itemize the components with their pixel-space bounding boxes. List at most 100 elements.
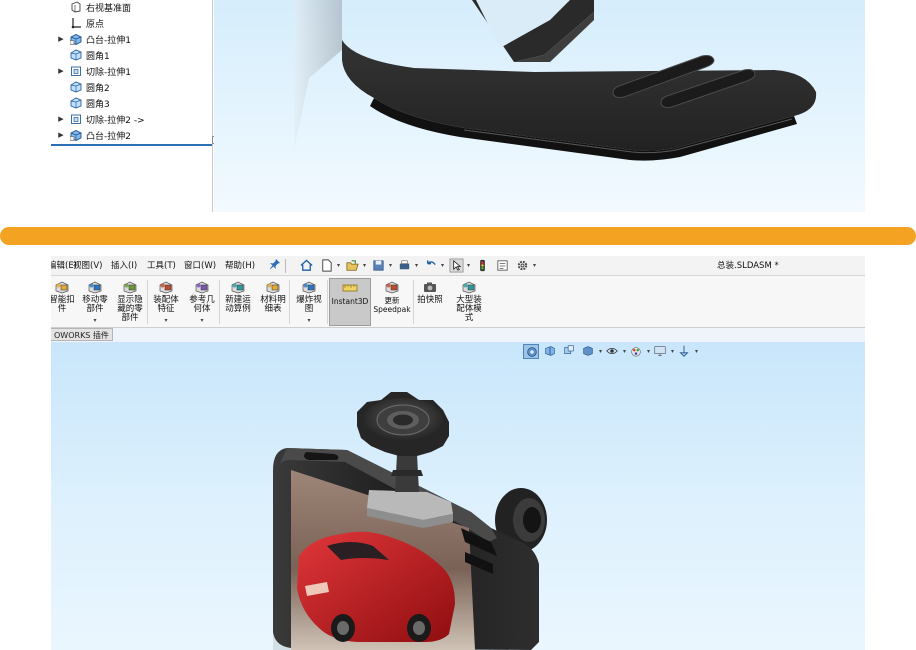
tab-solidworks-addins[interactable]: OWORKS 插件 [51, 328, 113, 341]
menu-insert[interactable]: 插入(I) [111, 256, 137, 276]
print-icon[interactable] [396, 258, 412, 274]
document-title: 总装.SLDASM * [717, 261, 779, 271]
tree-item-label: 切除-拉伸2 -> [86, 115, 145, 126]
dropdown-caret-icon[interactable]: ▾ [361, 258, 368, 274]
tree-item[interactable]: ▶ 凸台-拉伸1 [51, 31, 211, 47]
ribbon-button-label: 材料明 细表 [260, 295, 286, 314]
ribbon-button-move-component[interactable]: 移动零 部件 ▾ [79, 278, 111, 326]
instant3d-icon [341, 279, 359, 296]
expand-arrow-icon[interactable]: ▶ [57, 131, 65, 139]
gear-icon[interactable] [514, 258, 530, 274]
ribbon-button-label: 拍快照 [417, 295, 443, 305]
ribbon-button-label: 新建运 动算例 [225, 295, 251, 314]
plane-icon [70, 1, 82, 13]
menu-tools[interactable]: 工具(T) [147, 256, 176, 276]
cut-extrude-icon [70, 65, 82, 77]
ribbon-separator [413, 280, 414, 324]
select-arrow-icon[interactable] [448, 258, 464, 274]
menu-help[interactable]: 帮助(H) [225, 256, 255, 276]
rollback-bar[interactable] [51, 144, 212, 146]
ribbon-button-smart-fastener[interactable]: 智能扣 件 [51, 278, 77, 326]
command-manager-ribbon: 智能扣 件移动零 部件 ▾ 显示隐 藏的零 部件 装配体 特征 ▾ 参考几 何体 ▾ 新建运 … [51, 276, 865, 328]
tree-item[interactable]: ▶ 凸台-拉伸2 [51, 127, 211, 143]
ribbon-separator [147, 280, 148, 324]
ribbon-button-label: 更新 Speedpak [373, 296, 411, 314]
dropdown-caret-icon[interactable]: ▾ [164, 317, 167, 324]
new-document-icon[interactable] [318, 258, 334, 274]
dropdown-caret-icon[interactable]: ▾ [465, 258, 472, 274]
tree-item-label: 凸台-拉伸1 [86, 35, 131, 46]
ribbon-button-speedpak[interactable]: 更新 Speedpak [371, 278, 413, 326]
tree-item-label: 凸台-拉伸2 [86, 131, 131, 142]
undo-icon[interactable] [422, 258, 438, 274]
cut-extrude-icon [70, 113, 82, 125]
tree-item[interactable]: ▶ 切除-拉伸1 [51, 63, 211, 79]
snapshot-icon [421, 278, 439, 295]
exploded-view-icon [300, 278, 318, 295]
open-folder-icon[interactable] [344, 258, 360, 274]
tree-item[interactable]: ▶ 切除-拉伸2 -> [51, 111, 211, 127]
expand-arrow-icon[interactable]: ▶ [57, 67, 65, 75]
origin-icon [70, 17, 82, 29]
ribbon-button-motion-study[interactable]: 新建运 动算例 [221, 278, 255, 326]
ribbon-button-label: 移动零 部件 [82, 295, 108, 314]
ribbon-button-instant3d[interactable]: Instant3D [329, 278, 371, 326]
tree-item[interactable]: 圆角1 [51, 47, 211, 63]
command-manager-tabs: OWORKS 插件 [51, 328, 865, 342]
expand-arrow-icon[interactable]: ▶ [57, 115, 65, 123]
boss-extrude-icon [69, 33, 82, 46]
ribbon-button-large-assembly[interactable]: 大型装 配体模 式 [449, 278, 489, 326]
tree-item-label: 切除-拉伸1 [86, 67, 131, 78]
home-icon[interactable] [298, 258, 314, 274]
file-properties-icon[interactable] [494, 258, 510, 274]
tree-item[interactable]: 圆角2 [51, 79, 211, 95]
menu-view[interactable]: 视图(V) [73, 256, 102, 276]
ribbon-button-reference-geometry[interactable]: 参考几 何体 ▾ [185, 278, 219, 326]
move-component-icon [86, 278, 104, 295]
ribbon-button-label: 爆炸视 图 [296, 295, 322, 314]
reference-geometry-icon [193, 278, 211, 295]
tree-item-label: 圆角3 [86, 99, 110, 110]
tree-item[interactable]: 圆角3 [51, 95, 211, 111]
tree-item[interactable]: 原点 [51, 15, 211, 31]
tree-item-label: 右视基准面 [86, 3, 132, 14]
smart-fastener-icon [53, 278, 71, 295]
menu-window[interactable]: 窗口(W) [184, 256, 216, 276]
dropdown-caret-icon[interactable]: ▾ [439, 258, 446, 274]
dropdown-caret-icon[interactable]: ▾ [93, 317, 96, 324]
tree-item-label: 圆角2 [86, 83, 110, 94]
ribbon-button-show-hidden[interactable]: 显示隐 藏的零 部件 [113, 278, 147, 326]
graphics-area-assembly[interactable]: ▾ ▾ ▾ ▾ ▾ [51, 342, 865, 650]
phone-stand-model [294, 0, 817, 161]
dropdown-caret-icon[interactable]: ▾ [413, 258, 420, 274]
save-icon[interactable] [370, 258, 386, 274]
ribbon-button-assembly-feature[interactable]: 装配体 特征 ▾ [149, 278, 183, 326]
ribbon-separator [327, 280, 328, 324]
boss-extrude-icon [69, 129, 82, 142]
tree-item[interactable]: 右视基准面 [51, 0, 211, 15]
dropdown-caret-icon[interactable]: ▾ [531, 258, 538, 274]
dropdown-caret-icon[interactable]: ▾ [200, 317, 203, 324]
speedpak-icon [383, 278, 401, 295]
assembly-feature-icon [157, 278, 175, 295]
part-editor-screenshot: 右视基准面 原点 ▶ 凸台-拉伸1 圆角1 ▶ 切除-拉伸1 圆角2 圆角3 ▶ 切除-拉伸2 ->… [51, 0, 865, 212]
dashcam-model [273, 392, 547, 650]
traffic-light-icon[interactable] [474, 258, 490, 274]
ribbon-button-label: 参考几 何体 [189, 295, 215, 314]
menu-bar: 编辑(E) 视图(V) 插入(I) 工具(T) 窗口(W) 帮助(H) ▾ ▾ ▾ ▾… [51, 256, 865, 276]
ribbon-button-exploded-view[interactable]: 爆炸视 图 ▾ [291, 278, 327, 326]
ribbon-button-label: 智能扣 件 [51, 295, 75, 314]
ribbon-button-bom[interactable]: 材料明 细表 [257, 278, 289, 326]
fillet-icon [70, 97, 82, 109]
ribbon-separator [219, 280, 220, 324]
expand-arrow-icon[interactable]: ▶ [57, 35, 65, 43]
pin-icon[interactable] [267, 258, 283, 274]
dropdown-caret-icon[interactable]: ▾ [387, 258, 394, 274]
tree-item-label: 圆角1 [86, 51, 110, 62]
graphics-area-part[interactable] [214, 0, 865, 212]
dropdown-caret-icon[interactable]: ▾ [307, 317, 310, 324]
assembly-editor-screenshot: 编辑(E) 视图(V) 插入(I) 工具(T) 窗口(W) 帮助(H) ▾ ▾ ▾ ▾… [51, 256, 865, 650]
ribbon-button-snapshot[interactable]: 拍快照 [415, 278, 445, 326]
ribbon-button-label: 显示隐 藏的零 部件 [117, 295, 143, 323]
dropdown-caret-icon[interactable]: ▾ [335, 258, 342, 274]
